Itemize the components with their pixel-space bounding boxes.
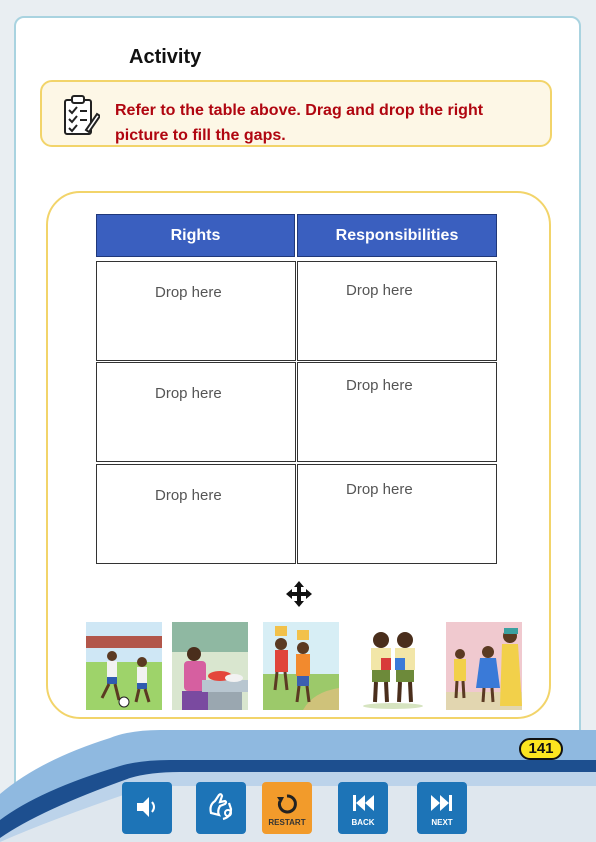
drop-zone-label: Drop here xyxy=(155,284,222,301)
children-fetching-water-icon xyxy=(263,622,339,710)
drop-zone-rights-2[interactable]: Drop here xyxy=(96,362,296,462)
responsibilities-header: Responsibilities xyxy=(297,214,497,257)
person-washing-dishes-icon xyxy=(172,622,248,710)
back-label: BACK xyxy=(351,818,375,827)
restart-button[interactable]: RESTART xyxy=(262,782,312,834)
instruction-box: Refer to the table above. Drag and drop … xyxy=(40,80,552,147)
skip-back-icon xyxy=(353,795,374,811)
children-holding-books-icon xyxy=(355,622,431,710)
sign-language-button[interactable] xyxy=(196,782,246,834)
back-button[interactable]: BACK xyxy=(338,782,388,834)
sign-language-icon xyxy=(209,793,233,821)
drop-zone-label: Drop here xyxy=(155,385,222,402)
picture-children-holding-books[interactable] xyxy=(355,622,431,710)
rights-header: Rights xyxy=(96,214,295,257)
children-playing-football-icon xyxy=(86,622,162,710)
clipboard-checklist-icon xyxy=(64,95,100,135)
drop-zone-responsibilities-3[interactable]: Drop here xyxy=(297,464,497,564)
page-number-badge: 141 xyxy=(519,738,563,760)
drop-zone-rights-3[interactable]: Drop here xyxy=(96,464,296,564)
speaker-icon xyxy=(137,797,155,817)
drop-zone-label: Drop here xyxy=(346,282,413,299)
family-greeting-at-home-icon xyxy=(446,622,522,710)
restart-label: RESTART xyxy=(268,818,306,827)
next-label: NEXT xyxy=(431,818,453,827)
drop-zone-label: Drop here xyxy=(155,487,222,504)
skip-forward-icon xyxy=(431,795,452,811)
drop-zone-responsibilities-1[interactable]: Drop here xyxy=(297,261,497,361)
drop-zone-label: Drop here xyxy=(346,377,413,394)
picture-family-greeting-at-home[interactable] xyxy=(446,622,522,710)
activity-title: Activity xyxy=(129,46,202,68)
audio-button[interactable] xyxy=(122,782,172,834)
instruction-text: Refer to the table above. Drag and drop … xyxy=(115,102,484,144)
drop-zone-label: Drop here xyxy=(346,481,413,498)
drop-zone-responsibilities-2[interactable]: Drop here xyxy=(297,362,497,462)
picture-children-playing-football[interactable] xyxy=(86,622,162,710)
next-button[interactable]: NEXT xyxy=(417,782,467,834)
move-icon[interactable] xyxy=(285,580,313,608)
drop-zone-rights-1[interactable]: Drop here xyxy=(96,261,296,361)
picture-children-fetching-water[interactable] xyxy=(263,622,339,710)
restart-icon xyxy=(277,794,297,814)
picture-person-washing-dishes[interactable] xyxy=(172,622,248,710)
